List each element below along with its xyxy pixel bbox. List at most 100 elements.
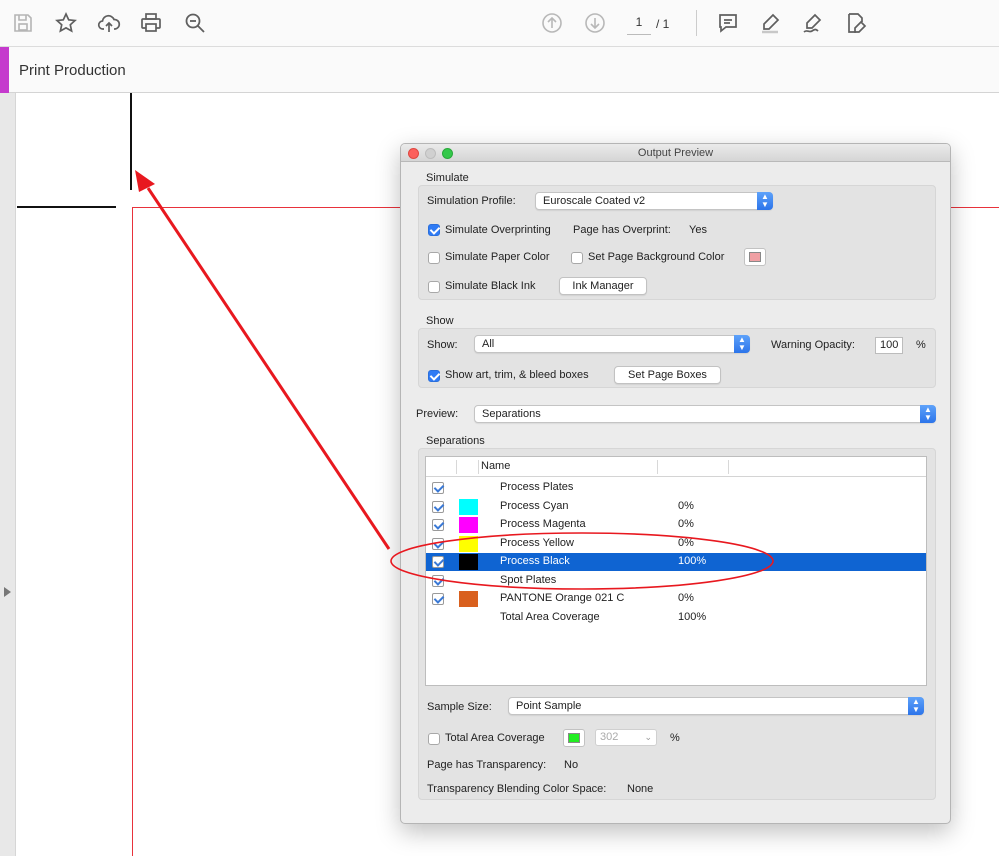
separation-color-swatch	[459, 591, 478, 607]
separation-name: Process Cyan	[500, 499, 569, 512]
chevron-down-icon: ⌄	[644, 732, 652, 742]
separation-name: PANTONE Orange 021 C	[500, 592, 625, 604]
star-icon[interactable]	[53, 10, 79, 36]
page-down-icon[interactable]	[582, 10, 608, 36]
expand-arrow-icon[interactable]	[4, 587, 11, 597]
total-area-coverage-label: Total Area Coverage	[445, 732, 545, 744]
simulation-profile-label: Simulation Profile:	[427, 195, 516, 207]
separations-header: Name	[426, 457, 926, 477]
separation-visible-checkbox[interactable]	[432, 537, 444, 550]
output-preview-dialog: Output Preview Simulate Simulation Profi…	[400, 143, 951, 824]
preview-select[interactable]: Separations ▲ ▼	[474, 405, 936, 423]
print-icon[interactable]	[138, 10, 164, 36]
set-page-bg-checkbox[interactable]	[571, 252, 583, 264]
separation-visible-checkbox[interactable]	[432, 574, 444, 587]
separation-name: Process Plates	[500, 481, 574, 493]
sign-icon[interactable]	[800, 10, 826, 36]
simulate-section-label: Simulate	[426, 172, 469, 184]
blending-space-value: None	[627, 783, 654, 795]
panel-accent-bar	[0, 47, 9, 93]
tac-color-button[interactable]	[563, 729, 585, 747]
separation-row[interactable]: Process Magenta 0%	[426, 516, 926, 534]
separation-color-swatch	[459, 554, 478, 570]
separation-row[interactable]: Process Black 100%	[426, 553, 926, 571]
simulation-profile-select[interactable]: Euroscale Coated v2 ▲ ▼	[535, 192, 773, 210]
page-bg-color-button[interactable]	[744, 248, 766, 266]
separation-visible-checkbox[interactable]	[432, 556, 444, 568]
separation-row[interactable]: Process Plates	[426, 479, 926, 497]
preview-value: Separations	[482, 408, 541, 420]
dialog-title: Output Preview	[637, 147, 714, 159]
separation-name: Process Yellow	[500, 536, 574, 549]
separation-percent: 0%	[678, 499, 694, 512]
select-arrows-icon: ▲ ▼	[920, 405, 936, 423]
sample-size-value: Point Sample	[516, 700, 582, 712]
highlight-icon[interactable]	[757, 10, 783, 36]
separation-visible-checkbox[interactable]	[432, 482, 444, 494]
column-divider	[456, 460, 457, 474]
show-section-label: Show	[426, 315, 454, 327]
annotation-arrow-head	[135, 170, 155, 192]
simulate-paper-color-checkbox[interactable]	[428, 252, 440, 264]
warning-opacity-unit: %	[916, 339, 926, 351]
separation-name: Spot Plates	[500, 573, 557, 586]
column-divider	[728, 460, 729, 474]
show-boxes-label: Show art, trim, & bleed boxes	[445, 369, 589, 381]
tac-color-swatch	[568, 733, 580, 743]
left-collapse-strip[interactable]	[0, 93, 16, 856]
page-bg-color-swatch	[749, 252, 761, 262]
separation-row[interactable]: Process Cyan 0%	[426, 498, 926, 516]
simulate-black-ink-checkbox[interactable]	[428, 281, 440, 293]
separation-name: Process Magenta	[500, 518, 586, 530]
print-production-header: Print Production	[0, 47, 999, 93]
zoom-icon[interactable]	[182, 10, 208, 36]
simulate-overprinting-checkbox[interactable]	[428, 224, 440, 236]
cloud-upload-icon[interactable]	[96, 10, 122, 36]
page-up-icon[interactable]	[539, 10, 565, 36]
simulation-profile-value: Euroscale Coated v2	[543, 195, 646, 207]
warning-opacity-label: Warning Opacity:	[771, 339, 855, 351]
page-transparency-label: Page has Transparency:	[427, 759, 547, 771]
set-page-boxes-button[interactable]: Set Page Boxes	[614, 366, 721, 384]
zoom-window-button[interactable]	[442, 148, 453, 159]
ink-manager-button[interactable]: Ink Manager	[559, 277, 647, 295]
show-label: Show:	[427, 339, 458, 351]
edit-form-icon[interactable]	[843, 10, 869, 36]
separation-name: Process Black	[500, 555, 570, 567]
separation-percent: 100%	[678, 555, 707, 567]
separation-row[interactable]: Process Yellow 0%	[426, 535, 926, 553]
page-number-input[interactable]: 1	[627, 15, 651, 35]
separation-visible-checkbox[interactable]	[432, 593, 444, 605]
name-column-header[interactable]: Name	[481, 460, 510, 472]
show-boxes-checkbox[interactable]	[428, 370, 440, 382]
column-divider	[478, 460, 479, 474]
tac-value-combo[interactable]: 302 ⌄	[595, 729, 657, 746]
sample-size-select[interactable]: Point Sample ▲ ▼	[508, 697, 924, 715]
separation-percent: 0%	[678, 518, 694, 530]
main-toolbar: 1 / 1	[0, 0, 999, 47]
separation-name: Total Area Coverage	[500, 610, 600, 623]
separation-row[interactable]: Spot Plates	[426, 572, 926, 590]
show-select[interactable]: All ▲ ▼	[474, 335, 750, 353]
blending-space-label: Transparency Blending Color Space:	[427, 783, 607, 795]
column-divider	[657, 460, 658, 474]
warning-opacity-input[interactable]: 100	[875, 337, 903, 354]
separation-percent: 0%	[678, 536, 694, 549]
comment-icon[interactable]	[715, 10, 741, 36]
total-area-coverage-checkbox[interactable]	[428, 733, 440, 745]
separation-row[interactable]: Total Area Coverage 100%	[426, 609, 926, 627]
panel-title: Print Production	[19, 62, 126, 79]
minimize-window-button[interactable]	[425, 148, 436, 159]
crop-mark-horizontal	[17, 206, 116, 208]
save-icon[interactable]	[10, 10, 36, 36]
show-value: All	[482, 338, 495, 350]
page-overprint-value: Yes	[689, 224, 707, 236]
separation-row[interactable]: PANTONE Orange 021 C 0%	[426, 590, 926, 608]
toolbar-divider	[696, 10, 697, 36]
close-window-button[interactable]	[408, 148, 419, 159]
separation-visible-checkbox[interactable]	[432, 519, 444, 531]
simulate-black-ink-label: Simulate Black Ink	[445, 280, 536, 292]
separation-visible-checkbox[interactable]	[432, 500, 444, 513]
simulate-overprinting-label: Simulate Overprinting	[445, 224, 551, 236]
separation-percent: 0%	[678, 592, 694, 604]
